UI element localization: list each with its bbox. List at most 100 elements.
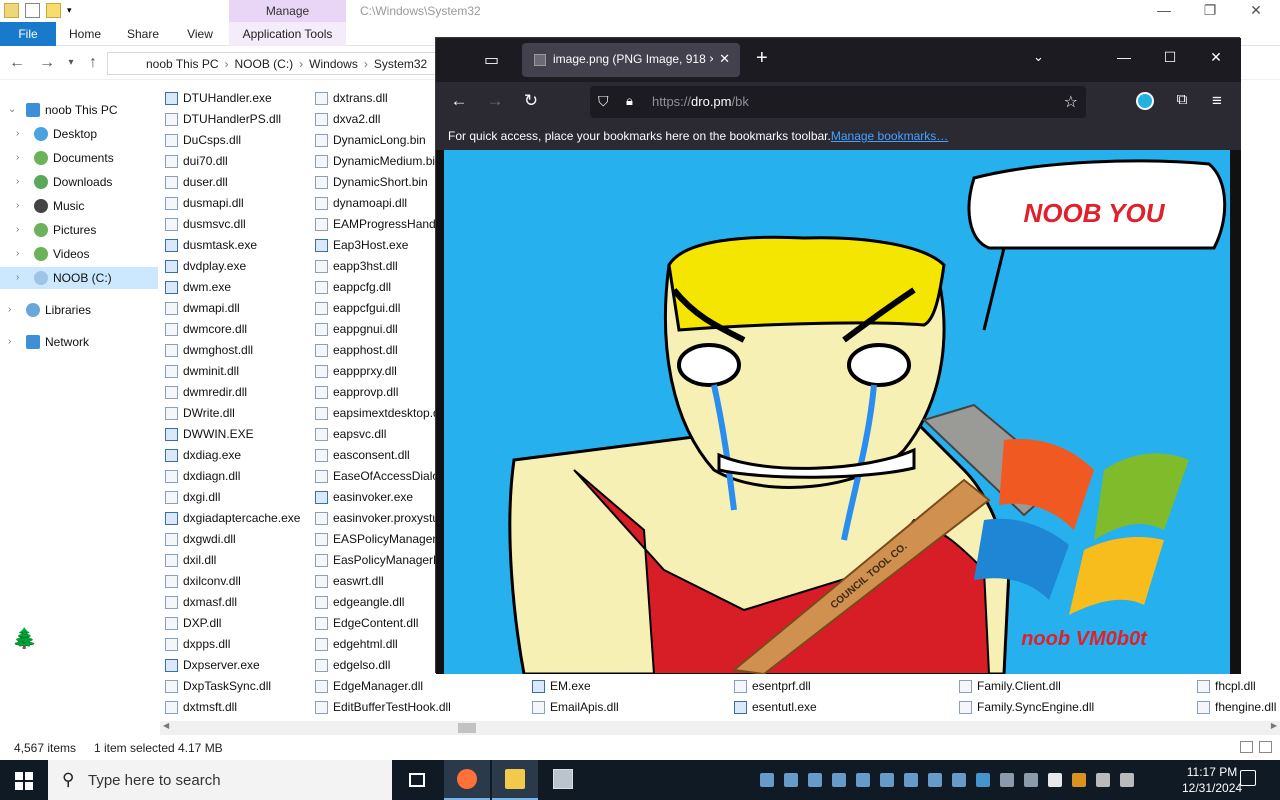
taskbar: ⚲ Type here to search 11:17 PM 12/31/202… [0, 760, 1280, 800]
taskbar-app-window[interactable] [540, 760, 586, 800]
chevron-right-icon[interactable]: › [16, 219, 19, 241]
nav-item-music[interactable]: › Music [0, 195, 158, 217]
scrollbar-thumb[interactable] [458, 723, 476, 733]
close-button[interactable]: ✕ [1193, 49, 1239, 66]
close-tab-icon[interactable]: ✕ [719, 51, 730, 67]
nav-item-pictures[interactable]: › Pictures [0, 219, 158, 241]
breadcrumb-windows[interactable]: Windows [309, 57, 358, 71]
chevron-right-icon[interactable]: › [16, 267, 19, 289]
file-icon [165, 365, 178, 378]
tab-application-tools[interactable]: Application Tools [229, 22, 346, 46]
tracking-protection-icon[interactable]: ⛉ [598, 93, 609, 110]
tab-title: image.png (PNG Image, 918 × 640 pixels) [553, 52, 713, 66]
clock[interactable]: 11:17 PM 12/31/2024 [1182, 764, 1242, 796]
task-view-button[interactable] [394, 760, 440, 800]
nav-item-desktop[interactable]: › Desktop [0, 123, 158, 145]
forward-arrow-icon[interactable]: → [36, 54, 58, 72]
chevron-right-icon[interactable]: › [16, 243, 19, 265]
horizontal-scrollbar[interactable]: ◀ ▶ [160, 721, 1280, 735]
tray-app-icon[interactable] [832, 773, 846, 787]
manage-contextual-tab[interactable]: Manage [229, 0, 346, 22]
minimize-button[interactable]: — [1141, 2, 1187, 18]
reload-icon[interactable]: ↻ [518, 91, 544, 111]
volume-icon[interactable] [1120, 773, 1134, 787]
nav-item-libraries[interactable]: › Libraries [0, 299, 158, 321]
file-icon [315, 554, 328, 567]
tab-file[interactable]: File [0, 22, 56, 46]
new-folder-icon[interactable] [46, 3, 61, 18]
taskbar-firefox[interactable] [444, 760, 490, 800]
notification-icon[interactable] [1240, 770, 1256, 786]
chevron-down-icon[interactable]: ⌄ [8, 99, 16, 121]
manage-bookmarks-link[interactable]: Manage bookmarks… [831, 129, 948, 143]
nav-item-drive-c[interactable]: › NOOB (C:) [0, 267, 158, 289]
tray-app-icon[interactable] [1000, 773, 1014, 787]
file-icon [315, 533, 328, 546]
tray-app-icon[interactable] [760, 773, 774, 787]
chevron-right-icon[interactable]: › [16, 171, 19, 193]
large-icons-view-icon[interactable] [1259, 741, 1272, 753]
forward-arrow-icon[interactable]: → [482, 91, 508, 111]
chevron-right-icon[interactable]: › [16, 123, 19, 145]
taskbar-search[interactable]: ⚲ Type here to search [48, 760, 392, 800]
scroll-left-icon[interactable]: ◀ [163, 721, 169, 730]
chevron-right-icon[interactable]: › [16, 147, 19, 169]
close-button[interactable]: ✕ [1233, 2, 1279, 19]
maximize-button[interactable]: ☐ [1147, 49, 1193, 66]
list-all-tabs-icon[interactable]: ▭ [484, 50, 499, 70]
tray-app-icon[interactable] [952, 773, 966, 787]
tab-image-png[interactable]: image.png (PNG Image, 918 × 640 pixels) … [522, 43, 740, 77]
nav-item-network[interactable]: › Network [0, 331, 158, 353]
tray-app-icon[interactable] [784, 773, 798, 787]
tab-share[interactable]: Share [120, 22, 166, 46]
scroll-right-icon[interactable]: ▶ [1271, 721, 1277, 730]
tab-home[interactable]: Home [62, 22, 108, 46]
url-text[interactable]: https://dro.pm/bk [652, 94, 749, 109]
tray-app-icon[interactable] [1048, 773, 1062, 787]
chevron-down-icon[interactable]: ▾ [67, 3, 75, 18]
recent-locations-icon[interactable]: ▾ [60, 57, 82, 68]
bookmark-star-icon[interactable]: ☆ [1064, 92, 1078, 112]
lock-icon[interactable]: 🔒︎ [626, 93, 633, 109]
tray-app-icon[interactable] [880, 773, 894, 787]
file-name: easinvoker.proxystub [333, 511, 446, 525]
chevron-right-icon[interactable]: › [8, 331, 11, 353]
up-arrow-icon[interactable]: ↑ [82, 54, 104, 72]
nav-item-videos[interactable]: › Videos [0, 243, 158, 265]
file-name: dxtmsft.dll [183, 700, 238, 714]
menu-hamburger-icon[interactable]: ≡ [1204, 91, 1230, 111]
breadcrumb-this-pc[interactable]: noob This PC [146, 57, 219, 71]
tray-app-icon[interactable] [928, 773, 942, 787]
restore-button[interactable]: ❐ [1187, 2, 1233, 19]
meme-image[interactable]: NOOB YOU COUNCIL TOOL CO. noob VM0b0t [444, 150, 1230, 674]
file-name: eapsvc.dll [333, 427, 387, 441]
nav-item-downloads[interactable]: › Downloads [0, 171, 158, 193]
back-arrow-icon[interactable]: ← [446, 91, 472, 111]
tray-app-icon[interactable] [808, 773, 822, 787]
network-icon[interactable] [1096, 773, 1110, 787]
chevron-right-icon[interactable]: › [16, 195, 19, 217]
nav-item-documents[interactable]: › Documents [0, 147, 158, 169]
tray-app-icon[interactable] [976, 773, 990, 787]
properties-icon[interactable] [25, 3, 40, 18]
details-view-icon[interactable] [1240, 741, 1253, 753]
tray-app-icon[interactable] [904, 773, 918, 787]
chevron-down-icon[interactable]: ⌄ [1033, 49, 1044, 65]
new-tab-icon[interactable]: + [756, 47, 768, 70]
tray-app-icon[interactable] [856, 773, 870, 787]
tray-app-icon[interactable] [1024, 773, 1038, 787]
account-avatar-icon[interactable] [1136, 92, 1154, 110]
minimize-button[interactable]: — [1101, 49, 1147, 65]
url-bar[interactable]: ⛉ 🔒︎ https://dro.pm/bk ☆ [590, 86, 1086, 118]
tab-view[interactable]: View [178, 22, 222, 46]
extensions-icon[interactable]: ⧉ [1169, 91, 1195, 108]
taskbar-file-explorer[interactable] [492, 760, 538, 800]
start-button[interactable] [0, 760, 48, 800]
folder-icon[interactable] [4, 3, 19, 18]
nav-item-this-pc[interactable]: ⌄ noob This PC [0, 99, 158, 121]
breadcrumb-drive[interactable]: NOOB (C:) [235, 57, 294, 71]
chevron-right-icon[interactable]: › [8, 299, 11, 321]
breadcrumb-system32[interactable]: System32 [374, 57, 427, 71]
back-arrow-icon[interactable]: ← [6, 54, 28, 72]
tray-app-icon[interactable] [1072, 773, 1086, 787]
